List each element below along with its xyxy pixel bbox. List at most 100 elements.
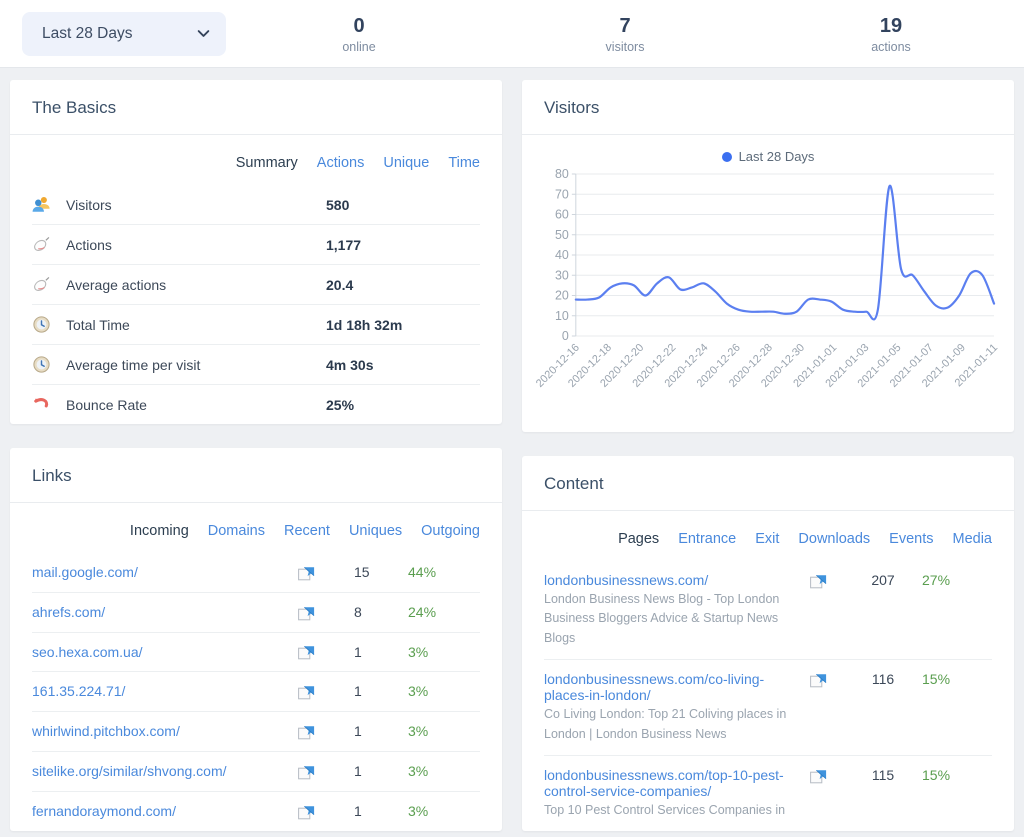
external-link-icon[interactable] [297, 566, 315, 581]
link-url[interactable]: seo.hexa.com.ua/ [32, 644, 143, 660]
content-page-cell: londonbusinessnews.com/co-living-places-… [544, 659, 788, 756]
table-row: fernandoraymond.com/1 3% [32, 790, 480, 831]
content-icon-cell [788, 754, 848, 832]
table-row: londonbusinessnews.com/co-living-places-… [544, 659, 992, 756]
chart-legend: Last 28 Days [534, 149, 1002, 164]
link-url[interactable]: mail.google.com/ [32, 564, 138, 580]
legend-marker-icon [721, 151, 732, 162]
table-row: Average time per visit 4m 30s [32, 344, 480, 385]
panel-content-body: Pages Entrance Exit Downloads Events Med… [522, 511, 1014, 832]
visitors-line-chart[interactable]: 010203040506070802020-12-162020-12-18202… [534, 168, 1002, 428]
content-icon-cell [788, 561, 848, 660]
content-percent: 15% [918, 659, 992, 756]
left-column: The Basics Summary Actions Unique Time V… [10, 80, 502, 837]
panel-visitors-header: Visitors [522, 80, 1014, 135]
external-link-icon[interactable] [297, 645, 315, 660]
links-table: mail.google.com/15 44% ahrefs.com/8 24% seo.… [32, 553, 480, 831]
period-selector-value: Last 28 Days [42, 24, 133, 42]
link-url[interactable]: fernandoraymond.com/ [32, 803, 176, 819]
table-row: londonbusinessnews.com/top-10-pest-contr… [544, 754, 992, 832]
table-row: whirlwind.pitchbox.com/1 3% [32, 711, 480, 752]
table-row: seo.hexa.com.ua/1 3% [32, 631, 480, 672]
content-page-url[interactable]: londonbusinessnews.com/co-living-places-… [544, 671, 764, 703]
kpi-actions-label: actions [871, 39, 911, 54]
link-url-cell: 161.35.224.71/ [32, 671, 276, 712]
svg-text:50: 50 [555, 228, 569, 242]
kpi-online-value: 0 [353, 14, 365, 37]
panel-content: Content Pages Entrance Exit Downloads Ev… [522, 456, 1014, 832]
svg-text:40: 40 [555, 248, 569, 262]
tab-incoming[interactable]: Incoming [130, 523, 189, 539]
external-link-icon[interactable] [297, 725, 315, 740]
link-uniques: 1 [336, 711, 406, 752]
table-row: Bounce Rate 25% [32, 384, 480, 424]
legend-label: Last 28 Days [738, 149, 815, 164]
link-url-cell: fernandoraymond.com/ [32, 790, 276, 831]
basics-row-label: Average actions [66, 264, 320, 305]
page-title-content: Content [544, 474, 604, 493]
tab-outgoing[interactable]: Outgoing [421, 523, 480, 539]
mouse-icon [32, 224, 66, 265]
bounce-rate-icon [32, 384, 66, 424]
basics-tabs: Summary Actions Unique Time [32, 135, 480, 185]
content-views: 207 [871, 572, 895, 588]
content-page-url[interactable]: londonbusinessnews.com/ [544, 572, 708, 588]
link-uniques: 1 [336, 631, 406, 672]
table-row: londonbusinessnews.com/London Business N… [544, 561, 992, 660]
link-icon-cell [276, 631, 336, 672]
tab-entrance[interactable]: Entrance [678, 531, 736, 547]
link-icon-cell [276, 790, 336, 831]
tab-events[interactable]: Events [889, 531, 933, 547]
kpi-visitors: 7 visitors [492, 14, 758, 54]
tab-media[interactable]: Media [953, 531, 993, 547]
external-link-icon[interactable] [297, 805, 315, 820]
content-page-url[interactable]: londonbusinessnews.com/top-10-pest-contr… [544, 767, 784, 799]
tab-recent[interactable]: Recent [284, 523, 330, 539]
external-link-icon[interactable] [809, 769, 827, 784]
link-url[interactable]: ahrefs.com/ [32, 604, 105, 620]
basics-row-label: Actions [66, 224, 320, 265]
external-link-icon[interactable] [297, 685, 315, 700]
link-url-cell: mail.google.com/ [32, 553, 276, 592]
tab-uniques[interactable]: Uniques [349, 523, 402, 539]
tab-actions[interactable]: Actions [317, 155, 365, 171]
svg-text:30: 30 [555, 268, 569, 282]
kpi-online: 0 online [226, 14, 492, 54]
period-selector[interactable]: Last 28 Days [22, 11, 226, 56]
kpi-actions-value: 19 [879, 14, 903, 37]
content-tabs: Pages Entrance Exit Downloads Events Med… [544, 511, 992, 561]
link-uniques: 1 [336, 750, 406, 792]
clock-icon [32, 304, 66, 345]
mouse-icon [32, 264, 66, 305]
link-url[interactable]: 161.35.224.71/ [32, 683, 125, 699]
link-url[interactable]: sitelike.org/similar/shvong.com/ [32, 763, 227, 779]
external-link-icon[interactable] [809, 673, 827, 688]
content-page-description: Top 10 Pest Control Services Companies i… [544, 802, 786, 817]
content-percent: 15% [918, 754, 992, 832]
external-link-icon[interactable] [809, 574, 827, 589]
tab-exit[interactable]: Exit [755, 531, 779, 547]
content-page-cell: londonbusinessnews.com/top-10-pest-contr… [544, 754, 788, 832]
table-row: ahrefs.com/8 24% [32, 591, 480, 633]
table-row: Average actions 20.4 [32, 264, 480, 305]
tab-unique[interactable]: Unique [383, 155, 429, 171]
external-link-icon[interactable] [297, 606, 315, 621]
panel-links-header: Links [10, 448, 502, 503]
panel-the-basics-body: Summary Actions Unique Time Visitors 580… [10, 135, 502, 424]
tab-downloads[interactable]: Downloads [798, 531, 870, 547]
tab-pages[interactable]: Pages [618, 531, 659, 547]
chevron-down-icon [197, 27, 210, 40]
external-link-icon[interactable] [297, 765, 315, 780]
link-outgoing-percent: 44% [408, 564, 437, 580]
tab-time[interactable]: Time [448, 155, 480, 171]
tab-domains[interactable]: Domains [208, 523, 265, 539]
link-icon-cell [276, 750, 336, 792]
link-url[interactable]: whirlwind.pitchbox.com/ [32, 723, 180, 739]
table-row: sitelike.org/similar/shvong.com/1 3% [32, 750, 480, 792]
table-row: mail.google.com/15 44% [32, 553, 480, 592]
link-outgoing-percent: 3% [406, 790, 480, 831]
link-icon-cell [276, 711, 336, 752]
table-row: Actions 1,177 [32, 224, 480, 265]
tab-summary[interactable]: Summary [236, 155, 298, 171]
link-icon-cell [276, 671, 336, 712]
